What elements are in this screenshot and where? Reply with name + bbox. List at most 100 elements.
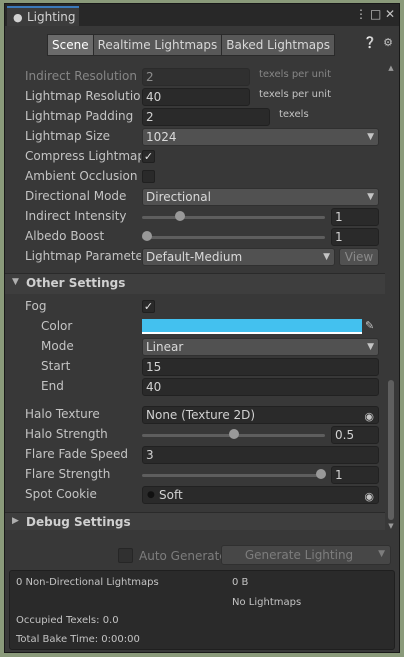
flare-strength-field[interactable]: 1 bbox=[331, 466, 379, 484]
dropdown-arrow-icon: ▼ bbox=[367, 342, 374, 352]
foldout-expanded-icon: ▼ bbox=[12, 277, 19, 287]
directional-mode-label: Directional Mode bbox=[25, 189, 127, 203]
halo-texture-field[interactable]: None (Texture 2D) ◉ bbox=[142, 406, 379, 424]
lightmap-size-row: Lightmap Size 1024 ▼ bbox=[5, 127, 385, 147]
halo-strength-label: Halo Strength bbox=[25, 427, 108, 441]
lightmap-memory-size: 0 B bbox=[232, 577, 249, 588]
indirect-resolution-field[interactable]: 2 bbox=[142, 68, 250, 86]
spot-cookie-field[interactable]: ● Soft ◉ bbox=[142, 486, 379, 504]
tab-title: Lighting bbox=[27, 10, 76, 24]
fog-color-swatch[interactable] bbox=[142, 319, 362, 334]
compress-lightmaps-checkbox[interactable]: ✓ bbox=[142, 150, 155, 163]
flare-strength-slider[interactable] bbox=[142, 474, 325, 477]
indirect-intensity-field[interactable]: 1 bbox=[331, 208, 379, 226]
albedo-boost-slider-knob[interactable] bbox=[142, 231, 152, 241]
albedo-boost-slider[interactable] bbox=[142, 236, 325, 239]
foldout-collapsed-icon: ▶ bbox=[12, 516, 19, 526]
spot-cookie-row: Spot Cookie ● Soft ◉ bbox=[5, 485, 385, 505]
fog-label: Fog bbox=[25, 299, 47, 313]
indirect-intensity-row: Indirect Intensity 1 bbox=[5, 207, 385, 227]
title-bar: ● Lighting ⋮ □ ✕ bbox=[5, 4, 399, 26]
fog-start-label: Start bbox=[41, 359, 71, 373]
object-picker-icon[interactable]: ◉ bbox=[364, 409, 374, 425]
spot-cookie-value: Soft bbox=[159, 488, 183, 502]
fog-color-row: Color ✎ bbox=[5, 317, 385, 337]
flare-fade-speed-row: Flare Fade Speed 3 bbox=[5, 445, 385, 465]
scroll-down-arrow-icon[interactable]: ▼ bbox=[386, 522, 396, 530]
lightmap-resolution-label: Lightmap Resolution bbox=[25, 89, 141, 103]
lighting-window: ● Lighting ⋮ □ ✕ Scene Realtime Lightmap… bbox=[4, 3, 400, 653]
total-bake-time: Total Bake Time: 0:00:00 bbox=[16, 634, 140, 645]
compress-lightmaps-label: Compress Lightmaps bbox=[25, 149, 141, 163]
generate-lighting-button[interactable]: Generate Lighting ▼ bbox=[221, 545, 391, 565]
halo-strength-field[interactable]: 0.5 bbox=[331, 426, 379, 444]
other-settings-header[interactable]: ▼ Other Settings bbox=[5, 273, 385, 294]
flare-strength-slider-knob[interactable] bbox=[316, 469, 326, 479]
kebab-menu-icon[interactable]: ⋮ bbox=[355, 7, 367, 21]
lightmap-padding-label: Lightmap Padding bbox=[25, 109, 134, 123]
help-icon[interactable]: ❔ bbox=[363, 36, 377, 49]
tab-realtime-lightmaps[interactable]: Realtime Lightmaps bbox=[92, 34, 223, 56]
fog-end-field[interactable]: 40 bbox=[142, 378, 379, 396]
halo-texture-value: None (Texture 2D) bbox=[146, 408, 256, 422]
directional-mode-dropdown[interactable]: Directional ▼ bbox=[142, 188, 379, 206]
albedo-boost-row: Albedo Boost 1 bbox=[5, 227, 385, 247]
halo-strength-slider-knob[interactable] bbox=[229, 429, 239, 439]
lightmap-parameters-dropdown[interactable]: Default-Medium ▼ bbox=[142, 248, 335, 266]
tab-scene[interactable]: Scene bbox=[47, 34, 94, 56]
flare-fade-speed-field[interactable]: 3 bbox=[142, 446, 379, 464]
close-icon[interactable]: ✕ bbox=[385, 7, 395, 21]
object-picker-icon[interactable]: ◉ bbox=[364, 489, 374, 505]
texture-thumbnail-icon: ● bbox=[147, 490, 155, 500]
settings-gear-icon[interactable]: ⚙ bbox=[383, 36, 393, 49]
lightmap-size-label: Lightmap Size bbox=[25, 129, 111, 143]
fog-color-label: Color bbox=[41, 319, 73, 333]
maximize-icon[interactable]: □ bbox=[370, 7, 381, 21]
eyedropper-icon[interactable]: ✎ bbox=[365, 319, 374, 332]
fog-start-row: Start 15 bbox=[5, 357, 385, 377]
lightbulb-icon: ● bbox=[13, 10, 23, 24]
spot-cookie-label: Spot Cookie bbox=[25, 487, 97, 501]
albedo-boost-label: Albedo Boost bbox=[25, 229, 105, 243]
auto-generate-toggle[interactable]: Auto Generate bbox=[118, 548, 227, 563]
fog-mode-label: Mode bbox=[41, 339, 74, 353]
scrollbar-thumb[interactable] bbox=[388, 380, 394, 520]
vertical-scrollbar[interactable]: ▲ ▼ bbox=[386, 62, 396, 530]
lightmap-size-dropdown[interactable]: 1024 ▼ bbox=[142, 128, 379, 146]
lightmap-parameters-row: Lightmap Parameter Default-Medium ▼ View bbox=[5, 247, 385, 267]
halo-strength-row: Halo Strength 0.5 bbox=[5, 425, 385, 445]
auto-generate-checkbox[interactable] bbox=[118, 548, 133, 563]
albedo-boost-field[interactable]: 1 bbox=[331, 228, 379, 246]
fog-mode-row: Mode Linear ▼ bbox=[5, 337, 385, 357]
lightmap-parameters-label: Lightmap Parameter bbox=[25, 249, 141, 263]
compress-lightmaps-row: Compress Lightmaps ✓ bbox=[5, 147, 385, 167]
fog-start-field[interactable]: 15 bbox=[142, 358, 379, 376]
lightmap-resolution-row: Lightmap Resolution 40 texels per unit bbox=[5, 87, 385, 107]
inspector-scroll-area[interactable]: Indirect Resolution 2 texels per unit Li… bbox=[5, 62, 385, 530]
tab-baked-lightmaps[interactable]: Baked Lightmaps bbox=[221, 34, 336, 56]
indirect-intensity-slider-knob[interactable] bbox=[175, 211, 185, 221]
fog-end-label: End bbox=[41, 379, 64, 393]
dropdown-arrow-icon[interactable]: ▼ bbox=[378, 549, 385, 559]
fog-mode-dropdown[interactable]: Linear ▼ bbox=[142, 338, 379, 356]
lightmap-padding-unit: texels bbox=[279, 109, 309, 120]
indirect-intensity-slider[interactable] bbox=[142, 216, 325, 219]
scroll-up-arrow-icon[interactable]: ▲ bbox=[386, 64, 396, 72]
ambient-occlusion-label: Ambient Occlusion bbox=[25, 169, 138, 183]
no-lightmaps-text: No Lightmaps bbox=[232, 597, 302, 608]
fog-checkbox[interactable]: ✓ bbox=[142, 300, 155, 313]
indirect-resolution-row: Indirect Resolution 2 texels per unit bbox=[5, 67, 385, 87]
lightmap-parameters-value: Default-Medium bbox=[146, 250, 243, 264]
indirect-intensity-label: Indirect Intensity bbox=[25, 209, 127, 223]
debug-settings-header[interactable]: ▶ Debug Settings bbox=[5, 512, 385, 530]
generate-lighting-label: Generate Lighting bbox=[244, 548, 354, 562]
lightmap-resolution-field[interactable]: 40 bbox=[142, 88, 250, 106]
occupied-texels: Occupied Texels: 0.0 bbox=[16, 615, 119, 626]
lighting-tab[interactable]: ● Lighting bbox=[7, 6, 79, 26]
view-button[interactable]: View bbox=[339, 248, 379, 266]
lightmap-size-value: 1024 bbox=[146, 130, 177, 144]
ambient-occlusion-checkbox[interactable] bbox=[142, 170, 155, 183]
lightmap-padding-field[interactable]: 2 bbox=[142, 108, 270, 126]
other-settings-title: Other Settings bbox=[26, 276, 126, 290]
toolbar-icons: ❔ ⚙ bbox=[363, 36, 393, 49]
